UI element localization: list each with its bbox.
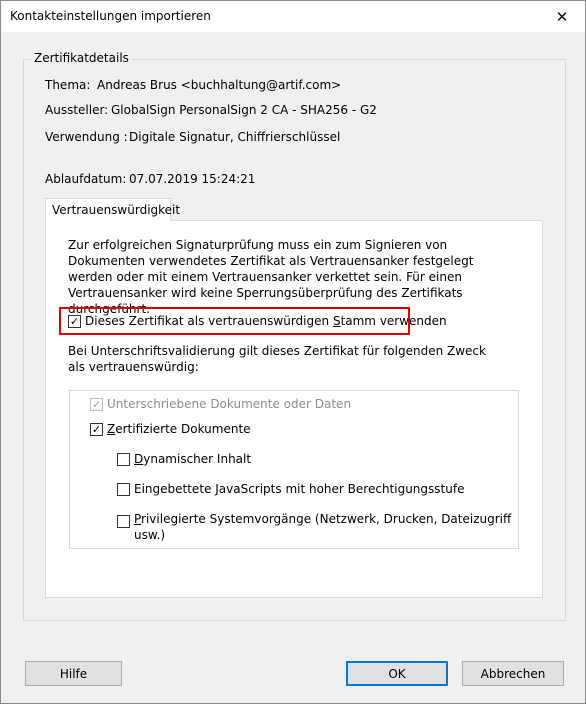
expiry-value: 07.07.2019 15:24:21 <box>129 172 256 186</box>
title-bar: Kontakteinstellungen importieren ✕ <box>1 1 585 32</box>
close-button[interactable]: ✕ <box>539 1 585 32</box>
tab-trustworthiness-label: Vertrauenswürdigkeit <box>52 203 181 217</box>
dynamic-content-checkbox[interactable]: Dynamischer Inhalt <box>117 452 251 466</box>
usage-label: Verwendung : <box>45 130 128 144</box>
dynamic-content-label: Dynamischer Inhalt <box>134 452 252 466</box>
trusted-root-checkbox[interactable]: ✓ Dieses Zertifikat als vertrauenswürdig… <box>68 314 447 328</box>
trusted-root-label: Dieses Zertifikat als vertrauenswürdigen… <box>85 314 447 328</box>
close-icon: ✕ <box>555 7 569 26</box>
signed-docs-label: Unterschriebene Dokumente oder Daten <box>107 397 352 411</box>
import-contact-settings-dialog: Kontakteinstellungen importieren ✕ Zerti… <box>0 0 586 704</box>
cancel-button[interactable]: Abbrechen <box>462 661 564 686</box>
certified-docs-check-icon: ✓ <box>90 423 103 436</box>
expiry-label: Ablaufdatum: <box>45 172 127 186</box>
ok-button[interactable]: OK <box>346 661 448 686</box>
window-title: Kontakteinstellungen importieren <box>10 9 211 23</box>
subject-label: Thema: <box>45 78 91 92</box>
tab-trustworthiness[interactable]: Vertrauenswürdigkeit <box>45 198 180 221</box>
signed-docs-check-icon: ✓ <box>90 398 103 411</box>
signed-docs-checkbox: ✓ Unterschriebene Dokumente oder Daten <box>90 397 351 411</box>
certificate-details-legend: Zertifikatdetails <box>31 51 132 65</box>
javascript-label: Eingebettete JavaScripts mit hoher Berec… <box>134 482 465 496</box>
subject-value: Andreas Brus <buchhaltung@artif.com> <box>97 78 342 92</box>
issuer-value: GlobalSign PersonalSign 2 CA - SHA256 - … <box>111 103 377 117</box>
dynamic-content-check-box <box>117 453 130 466</box>
usage-value: Digitale Signatur, Chiffrierschlüssel <box>129 130 341 144</box>
javascript-check-box <box>117 483 130 496</box>
trust-description: Zur erfolgreichen Signaturprüfung muss e… <box>68 238 474 316</box>
issuer-label: Aussteller: <box>45 103 109 117</box>
privileged-operations-label: Privilegierte Systemvorgänge (Netzwerk, … <box>134 512 512 542</box>
trust-purpose-text: Bei Unterschriftsvalidierung gilt dieses… <box>68 344 486 374</box>
trusted-root-check-icon: ✓ <box>68 315 81 328</box>
certified-docs-label: Zertifizierte Dokumente <box>107 422 251 436</box>
help-button[interactable]: Hilfe <box>25 661 122 686</box>
javascript-checkbox[interactable]: Eingebettete JavaScripts mit hoher Berec… <box>117 482 464 496</box>
certified-docs-checkbox[interactable]: ✓ Zertifizierte Dokumente <box>90 422 251 436</box>
privileged-operations-checkbox[interactable]: Privilegierte Systemvorgänge (Netzwerk, … <box>117 511 511 543</box>
privileged-operations-check-box <box>117 515 130 528</box>
